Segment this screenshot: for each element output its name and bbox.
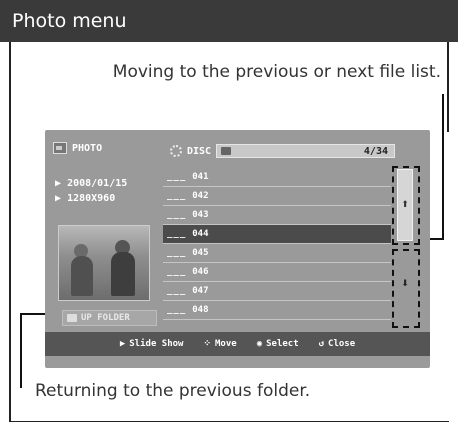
caption-file-list-navigation: Moving to the previous or next file list…: [112, 62, 441, 82]
callout-line-right-vertical: [442, 94, 444, 239]
thumbnail-person-body: [71, 256, 93, 296]
frame-right-border: [447, 42, 449, 132]
date-value: 2008/01/15: [67, 178, 128, 189]
up-folder-button[interactable]: UP FOLDER: [62, 310, 157, 326]
select-label: Select: [266, 339, 299, 349]
section-label: PHOTO: [72, 142, 103, 154]
resolution-value: 1280X960: [67, 193, 116, 204]
info-panel: PHOTO ▶ 2008/01/15 ▶ 1280X960 UP FOLDER: [45, 130, 157, 330]
close-label: Close: [328, 339, 356, 349]
file-count: 4/34: [363, 145, 388, 157]
close-icon: ↺: [318, 339, 325, 349]
file-name: 044: [192, 229, 209, 239]
close-control[interactable]: ↺ Close: [319, 339, 356, 349]
file-row[interactable]: ___ 047: [163, 282, 391, 301]
select-icon: ◉: [256, 339, 263, 349]
file-dash: ___: [167, 248, 187, 258]
resolution-info: ▶ 1280X960: [55, 193, 115, 204]
file-dash: ___: [167, 229, 187, 239]
move-control[interactable]: ⁘ Move: [203, 339, 236, 349]
file-dash: ___: [167, 191, 187, 201]
file-name: 047: [192, 286, 209, 296]
caption-up-folder: Returning to the previous folder.: [35, 381, 311, 401]
file-name: 041: [192, 172, 209, 182]
page-header: Photo menu: [0, 0, 458, 42]
file-row[interactable]: ___ 046: [163, 263, 391, 282]
file-dash: ___: [167, 305, 187, 315]
file-dash: ___: [167, 286, 187, 296]
file-dash: ___: [167, 267, 187, 277]
control-bar: ▶ Slide Show ⁘ Move ◉ Select ↺ Close: [45, 332, 430, 356]
section-heading: PHOTO: [53, 140, 102, 156]
play-arrow-icon: ▶: [55, 193, 62, 204]
scroll-down-button[interactable]: ⬇: [397, 277, 413, 291]
callout-line-left-vertical: [20, 313, 22, 388]
file-row[interactable]: ___ 048: [163, 301, 391, 320]
file-name: 045: [192, 248, 209, 258]
arrow-down-icon: ⬇: [401, 279, 409, 289]
file-list: ___ 041 ___ 042 ___ 043 ___ 044 ___ 045 ___ 04…: [163, 168, 391, 320]
frame-left-border: [9, 42, 11, 422]
slideshow-label: Slide Show: [129, 339, 184, 349]
photo-thumbnail: [58, 225, 150, 301]
slideshow-control[interactable]: ▶ Slide Show: [120, 339, 184, 349]
disc-path-bar: DISC 4/34: [170, 143, 395, 159]
file-name: 042: [192, 191, 209, 201]
file-row[interactable]: ___ 043: [163, 206, 391, 225]
disc-icon: [170, 145, 182, 157]
file-dash: ___: [167, 210, 187, 220]
play-arrow-icon: ▶: [55, 178, 62, 189]
photo-menu-screen: PHOTO ▶ 2008/01/15 ▶ 1280X960 UP FOLDER …: [45, 130, 430, 368]
photo-icon: [53, 142, 67, 154]
play-icon: ▶: [119, 339, 126, 349]
file-row[interactable]: ___ 045: [163, 244, 391, 263]
up-folder-label: UP FOLDER: [81, 313, 130, 323]
previous-page-highlight: [392, 166, 420, 245]
thumbnail-person-body: [111, 252, 135, 296]
move-label: Move: [215, 339, 237, 349]
folder-icon: [221, 147, 232, 155]
date-info: ▶ 2008/01/15: [55, 178, 127, 189]
file-name: 048: [192, 305, 209, 315]
file-dash: ___: [167, 172, 187, 182]
folder-icon: [67, 314, 77, 322]
file-row[interactable]: ___ 042: [163, 187, 391, 206]
page-title: Photo menu: [12, 10, 127, 32]
file-name: 043: [192, 210, 209, 220]
file-name: 046: [192, 267, 209, 277]
move-icon: ⁘: [203, 339, 211, 349]
file-row-selected[interactable]: ___ 044: [163, 225, 391, 244]
select-control[interactable]: ◉ Select: [257, 339, 299, 349]
file-row[interactable]: ___ 041: [163, 168, 391, 187]
disc-label: DISC: [187, 145, 212, 157]
path-field: 4/34: [216, 144, 395, 158]
